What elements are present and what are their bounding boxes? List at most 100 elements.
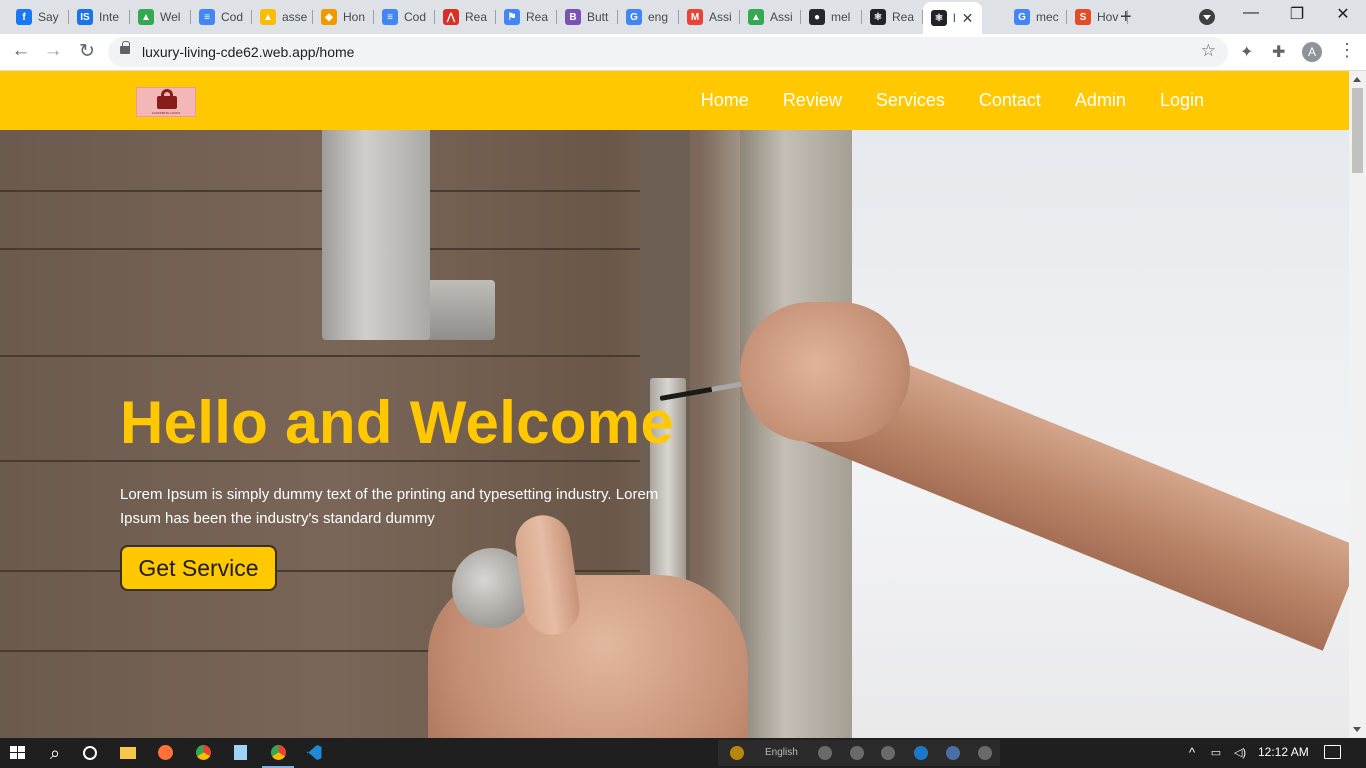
page-scrollbar[interactable]	[1349, 71, 1366, 738]
browser-tab[interactable]: B Butt	[557, 4, 618, 30]
browser-tab[interactable]: ≡ Cod	[191, 4, 252, 30]
forward-icon[interactable]: →	[41, 40, 65, 62]
browser-tab[interactable]: Gmec	[1006, 4, 1067, 30]
tab-label: asse	[282, 10, 308, 24]
input-toolbar: English	[718, 740, 1000, 766]
new-tab-button[interactable]: +	[1120, 6, 1132, 29]
tab-label: Inte	[99, 10, 120, 24]
tab-favicon-icon: B	[565, 9, 581, 25]
site-logo[interactable]: LOCKSMITH LOCKS	[136, 87, 196, 117]
url-text[interactable]: luxury-living-cde62.web.app/home	[142, 44, 354, 60]
tab-search-icon[interactable]	[1199, 9, 1215, 25]
info-icon[interactable]	[978, 746, 992, 760]
help-icon[interactable]	[946, 746, 960, 760]
tab-label: Hov	[1097, 10, 1119, 24]
site-navbar: LOCKSMITH LOCKS Home Review Services Con…	[0, 71, 1349, 130]
hero-section: Hello and Welcome Lorem Ipsum is simply …	[0, 130, 1349, 738]
firefox-icon[interactable]	[155, 743, 175, 763]
hero-title: Hello and Welcome	[120, 389, 675, 456]
notepad-icon[interactable]	[230, 743, 250, 763]
browser-tab[interactable]: ▲ Assi	[740, 4, 801, 30]
tab-label: Rea	[465, 10, 488, 24]
tab-favicon-icon: ▲	[260, 9, 276, 25]
extensions-puzzle-icon[interactable]: ✚	[1272, 42, 1285, 62]
bookmark-star-icon[interactable]: ☆	[1201, 41, 1216, 61]
nav-review[interactable]: Review	[783, 90, 842, 111]
tool-icon[interactable]	[850, 746, 864, 760]
get-service-button[interactable]: Get Service	[120, 545, 277, 591]
browser-tab[interactable]: ▲ Wel	[130, 4, 191, 30]
tray-chevron-icon[interactable]: ^	[1182, 743, 1202, 763]
browser-tab[interactable]: IS Inte	[69, 4, 130, 30]
tab-favicon-icon: f	[16, 9, 32, 25]
tab-label: Assi	[709, 10, 732, 24]
nav-admin[interactable]: Admin	[1075, 90, 1126, 111]
close-tab-icon[interactable]: ✕	[962, 10, 974, 27]
tab-label: l	[953, 11, 956, 25]
close-window-button[interactable]: ✕	[1328, 4, 1358, 24]
tab-favicon-icon: ⚑	[504, 9, 520, 25]
system-clock[interactable]: 12:12 AM	[1258, 745, 1309, 759]
tab-label: mec	[1036, 10, 1059, 24]
tab-label: Hon	[343, 10, 366, 24]
nav-contact[interactable]: Contact	[979, 90, 1041, 111]
tab-label: mel	[831, 10, 851, 24]
browser-tab[interactable]: S Hov	[1067, 4, 1128, 30]
tab-label: Rea	[892, 10, 915, 24]
profile-avatar[interactable]: A	[1302, 42, 1322, 62]
windows-taskbar: ⌕ English ^ ▭ ◁) 12:12 AM	[0, 738, 1366, 768]
scroll-up-icon[interactable]	[1353, 77, 1361, 82]
nav-home[interactable]: Home	[701, 90, 749, 111]
browser-tab[interactable]: ⋀ Rea	[435, 4, 496, 30]
ie-icon[interactable]	[914, 746, 928, 760]
tab-favicon-icon: ⚛	[931, 10, 947, 26]
tab-favicon-icon: G	[1014, 9, 1030, 25]
browser-tab[interactable]: ⚑ Rea	[496, 4, 557, 30]
windows-start-icon[interactable]	[10, 746, 26, 761]
search-icon[interactable]: ⌕	[45, 743, 65, 763]
minimize-button[interactable]: —	[1236, 4, 1266, 22]
extension-icon[interactable]: ✦	[1240, 42, 1253, 62]
nav-login[interactable]: Login	[1160, 90, 1204, 111]
tab-favicon-icon: ≡	[382, 9, 398, 25]
reload-icon[interactable]: ↻	[75, 40, 99, 63]
tab-label: Cod	[221, 10, 244, 24]
notifications-icon[interactable]	[1324, 745, 1341, 759]
browser-tab[interactable]: Geng	[618, 4, 679, 30]
browser-tab[interactable]: f Say	[8, 4, 69, 30]
keyboard-icon[interactable]	[818, 746, 832, 760]
chrome-icon[interactable]	[193, 743, 213, 763]
browser-menu-icon[interactable]: ⋮	[1338, 40, 1356, 61]
vscode-icon[interactable]	[304, 743, 324, 763]
browser-tab[interactable]: ≡ Cod	[374, 4, 435, 30]
scroll-thumb[interactable]	[1352, 88, 1363, 173]
page-viewport: LOCKSMITH LOCKS Home Review Services Con…	[0, 71, 1349, 738]
address-bar[interactable]: luxury-living-cde62.web.app/home ☆	[108, 37, 1228, 67]
restore-button[interactable]: ❐	[1282, 4, 1312, 24]
lock-icon[interactable]	[120, 41, 130, 54]
chrome-active-icon[interactable]	[262, 743, 294, 768]
tab-label: Wel	[160, 10, 181, 24]
back-icon[interactable]: ←	[9, 40, 33, 62]
settings-icon[interactable]	[881, 746, 895, 760]
browser-tab[interactable]: ● mel	[801, 4, 862, 30]
scroll-down-icon[interactable]	[1353, 727, 1361, 732]
task-view-icon[interactable]	[80, 743, 100, 763]
browser-tab[interactable]: ⚛ l ✕	[923, 2, 982, 34]
ime-icon[interactable]	[730, 746, 744, 760]
browser-tab[interactable]: ▲ asse	[252, 4, 313, 30]
nav-services[interactable]: Services	[876, 90, 945, 111]
browser-tab[interactable]: ◆ Hon	[313, 4, 374, 30]
file-explorer-icon[interactable]	[118, 743, 138, 763]
browser-toolbar: ← → ↻ luxury-living-cde62.web.app/home ☆…	[0, 34, 1366, 71]
tab-favicon-icon: M	[687, 9, 703, 25]
volume-icon[interactable]: ◁)	[1230, 743, 1250, 763]
browser-tab[interactable]: M Assi	[679, 4, 740, 30]
tab-favicon-icon: ⋀	[443, 9, 459, 25]
hero-description: Lorem Ipsum is simply dummy text of the …	[120, 486, 659, 527]
language-label[interactable]: English	[765, 747, 798, 758]
browser-tab[interactable]: ⚛ Rea	[862, 4, 923, 30]
battery-icon[interactable]: ▭	[1206, 743, 1226, 763]
main-nav: Home Review Services Contact Admin Login	[701, 90, 1204, 111]
tab-label: Assi	[770, 10, 793, 24]
